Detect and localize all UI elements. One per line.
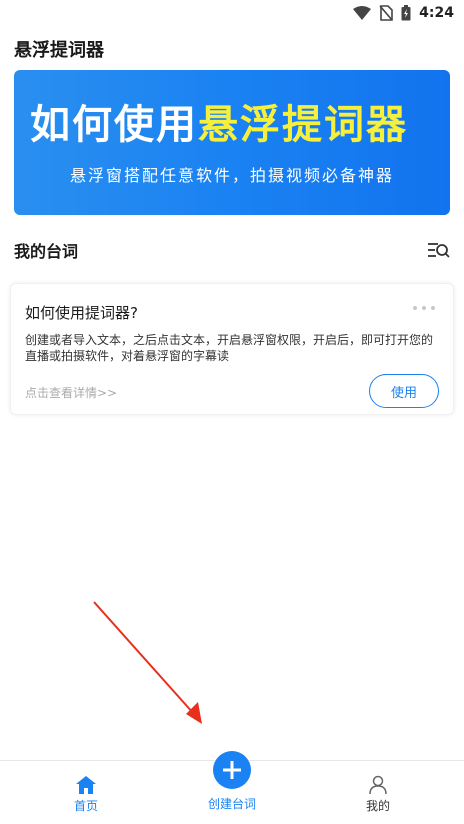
status-time: 4:24	[419, 5, 454, 21]
annotation-arrow	[93, 601, 202, 724]
section-title: 我的台词	[14, 242, 79, 261]
use-button[interactable]: 使用	[369, 374, 439, 408]
banner-headline-yellow: 悬浮提词器	[198, 102, 408, 148]
nav-create-label: 创建台词	[207, 797, 256, 811]
user-icon	[369, 775, 387, 795]
app-title: 悬浮提词器	[14, 40, 104, 61]
banner-subtitle: 悬浮窗搭配任意软件，拍摄视频必备神器	[69, 166, 394, 185]
nav-mine[interactable]: 我的	[318, 761, 438, 824]
nav-mine-label: 我的	[365, 799, 390, 813]
section-header: 我的台词	[14, 236, 450, 264]
promo-banner[interactable]: 如何使用悬浮提词器 悬浮窗搭配任意软件，拍摄视频必备神器	[14, 70, 450, 215]
banner-headline: 如何使用悬浮提词器	[30, 92, 442, 150]
nav-home[interactable]: 首页	[26, 761, 146, 824]
wifi-icon	[353, 6, 372, 20]
banner-headline-white: 如何使用	[30, 102, 198, 148]
no-sim-icon	[379, 5, 393, 21]
home-icon	[76, 776, 96, 794]
search-list-icon[interactable]	[426, 240, 450, 260]
bottom-nav: 首页 创建台词 我的	[0, 751, 464, 824]
script-card[interactable]: 如何使用提词器? 创建或者导入文本，之后点击文本，开启悬浮窗权限，开启后，即可打…	[10, 283, 454, 415]
nav-home-label: 首页	[73, 799, 98, 813]
nav-create[interactable]: 创建台词	[172, 751, 292, 824]
more-icon[interactable]	[413, 306, 435, 310]
battery-icon	[401, 5, 411, 21]
view-details-link[interactable]: 点击查看详情>>	[25, 384, 117, 401]
card-description: 创建或者导入文本，之后点击文本，开启悬浮窗权限，开启后，即可打开您的直播或拍摄软…	[25, 333, 434, 363]
status-bar: 4:24	[0, 0, 464, 26]
card-title: 如何使用提词器?	[25, 304, 138, 322]
plus-icon	[213, 751, 251, 789]
